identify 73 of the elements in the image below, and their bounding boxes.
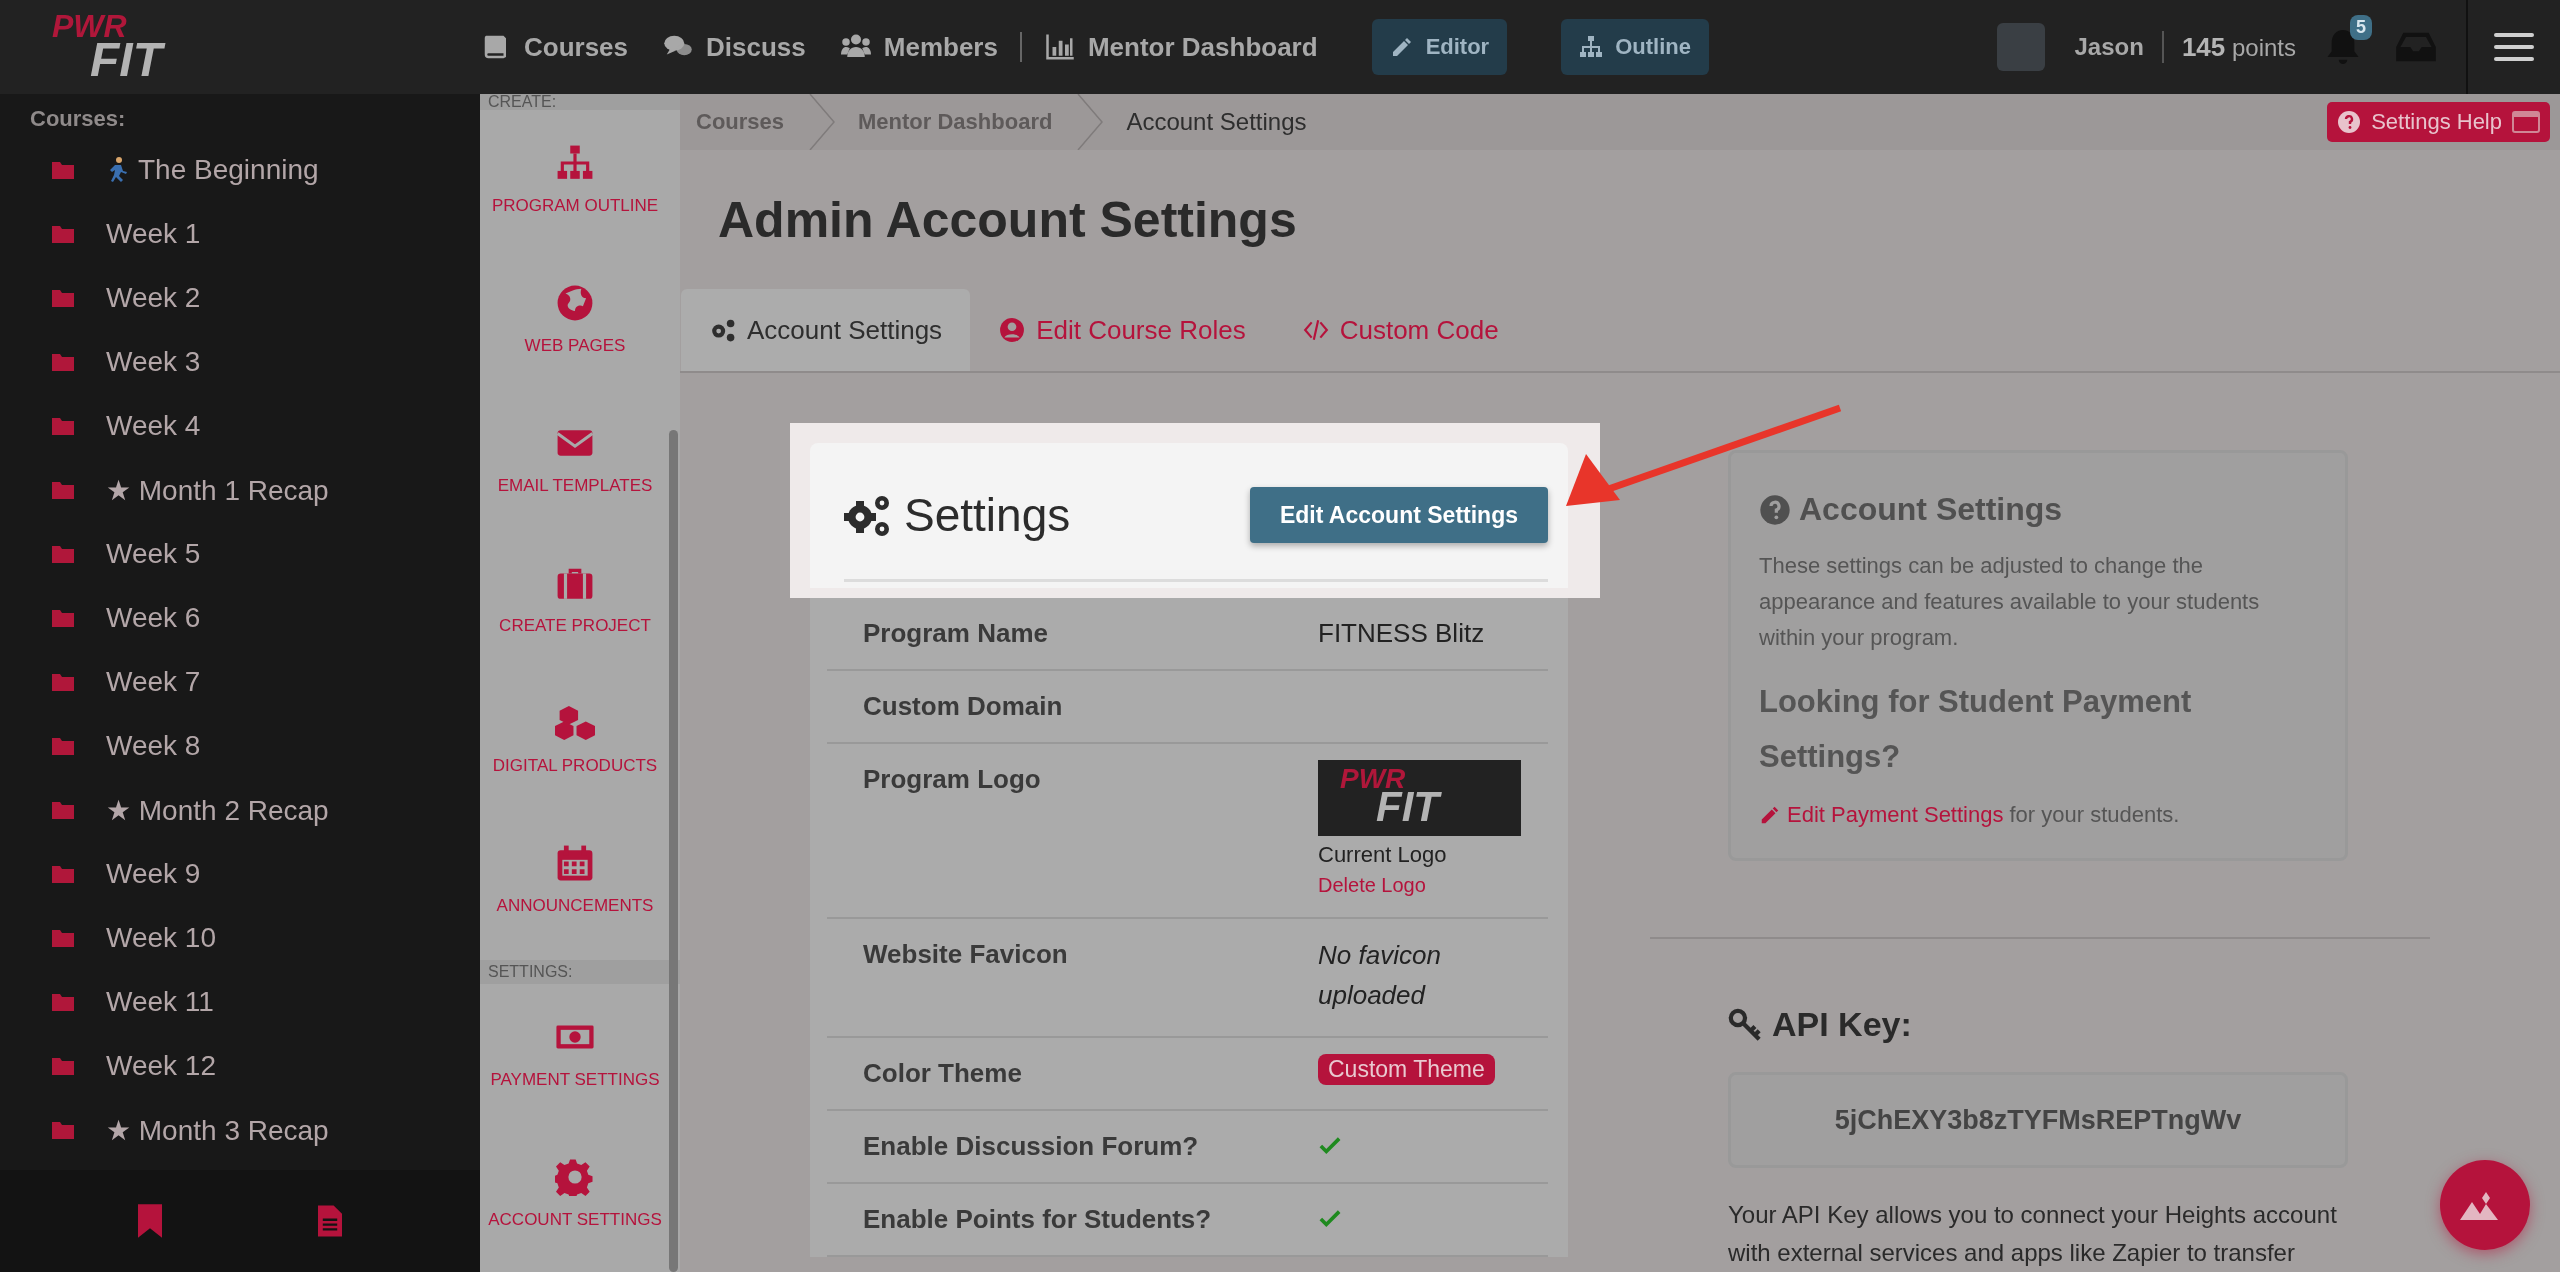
sitemap-icon <box>555 144 595 182</box>
setting-label: Program Logo <box>863 763 1042 796</box>
tab[interactable]: Account Settings <box>681 289 971 371</box>
api-key-field[interactable]: 5jChEXY3b8zTYFMsREPTngWv <box>1728 1072 2348 1168</box>
bookmark-icon[interactable] <box>138 1204 162 1238</box>
setting-value: No favicon uploaded <box>1318 939 1442 1013</box>
setting-label: Program Name <box>863 617 1049 650</box>
course-item[interactable]: Week 7 <box>106 666 201 698</box>
user-circle-icon <box>998 317 1027 344</box>
help-button[interactable]: Settings Help <box>2327 102 2550 142</box>
panel-text: for your students. <box>2009 802 2180 828</box>
menu-icon[interactable] <box>2494 31 2534 63</box>
setting-label: Website Favicon <box>863 938 1069 971</box>
bar-chart-icon <box>1043 32 1076 62</box>
panel-title: Account Settings <box>1799 491 2063 528</box>
globe-icon <box>555 284 595 322</box>
app-logo[interactable]: PWR FIT <box>0 13 480 81</box>
course-item[interactable]: ★ Month 1 Recap <box>106 473 329 507</box>
window-icon <box>2512 111 2540 133</box>
points-count: 145 points <box>2181 31 2296 63</box>
settings-icon <box>555 1158 595 1196</box>
section-heading: CREATE: <box>480 94 680 110</box>
course-item[interactable]: Week 8 <box>106 730 201 762</box>
notification-badge: 5 <box>2350 15 2372 40</box>
breadcrumb-link[interactable]: Account Settings <box>1110 94 1331 150</box>
logo-caption: Current Logo <box>1318 842 1447 868</box>
edit-account-settings-button[interactable]: Edit Account Settings <box>1249 487 1548 543</box>
nav-link[interactable]: Members <box>839 31 998 63</box>
scrollbar[interactable] <box>669 430 678 1272</box>
course-item[interactable]: Week 11 <box>106 986 214 1018</box>
help-fab[interactable] <box>2440 1160 2530 1250</box>
course-item[interactable]: Week 4 <box>106 410 201 442</box>
course-item[interactable]: Week 3 <box>106 346 201 378</box>
setting-label: Enable Points for Students? <box>863 1202 1213 1236</box>
sitemap-icon <box>1579 35 1604 59</box>
theme-tag: Custom Theme <box>1318 1053 1495 1085</box>
api-key-description: Your API Key allows you to connect your Heights account with external services and apps like Zapier to transfer <box>1728 1200 2338 1268</box>
setting-label: Color Theme <box>863 1056 1023 1090</box>
course-item[interactable]: Week 12 <box>106 1050 216 1082</box>
sidebar-heading: Courses: <box>29 105 127 133</box>
cubes-icon <box>555 704 595 742</box>
calendar-icon <box>555 844 595 882</box>
nav-link[interactable]: Courses <box>480 31 629 63</box>
course-item[interactable]: ★ Month 2 Recap <box>106 793 329 827</box>
setting-label: Custom Domain <box>863 690 1064 723</box>
logo-image: PWR FIT <box>1318 760 1521 836</box>
card-title: Settings <box>904 488 1071 542</box>
course-item[interactable]: Week 5 <box>106 538 201 570</box>
key-icon <box>1728 1007 1762 1042</box>
course-item[interactable]: Week 10 <box>106 922 216 954</box>
nav-link[interactable]: Mentor Dashboard <box>1043 31 1318 63</box>
course-item[interactable]: Week 1 <box>106 218 201 250</box>
mode-button[interactable]: Editor <box>1371 19 1508 75</box>
mode-button[interactable]: Outline <box>1561 19 1709 75</box>
user-name[interactable]: Jason <box>2074 33 2144 61</box>
question-icon <box>1759 493 1791 526</box>
panel-subtitle: Looking for Student Payment Settings? <box>1759 683 2193 776</box>
pencil-icon <box>1759 804 1781 826</box>
page-title: Admin Account Settings <box>718 190 1297 249</box>
nav-link[interactable]: Discuss <box>662 31 806 63</box>
course-item[interactable]: ★ Month 3 Recap <box>106 1113 329 1147</box>
setting-value: FITNESS Blitz <box>1318 618 1485 649</box>
course-item[interactable]: Week 9 <box>106 858 201 890</box>
course-item[interactable]: Week 6 <box>106 602 201 634</box>
api-key-heading: API Key: <box>1772 1005 1912 1044</box>
section-heading: SETTINGS: <box>480 960 680 984</box>
document-icon[interactable] <box>318 1205 342 1237</box>
setting-label: Enable Discussion Forum? <box>863 1129 1200 1163</box>
avatar-placeholder[interactable] <box>1996 23 2045 71</box>
course-item[interactable]: Week 2 <box>106 282 201 314</box>
course-item[interactable]: The Beginning <box>138 154 319 186</box>
question-icon <box>2337 110 2362 134</box>
panel-text: These settings can be adjusted to change the appearance and features available to your students within your program. <box>1759 552 2261 652</box>
